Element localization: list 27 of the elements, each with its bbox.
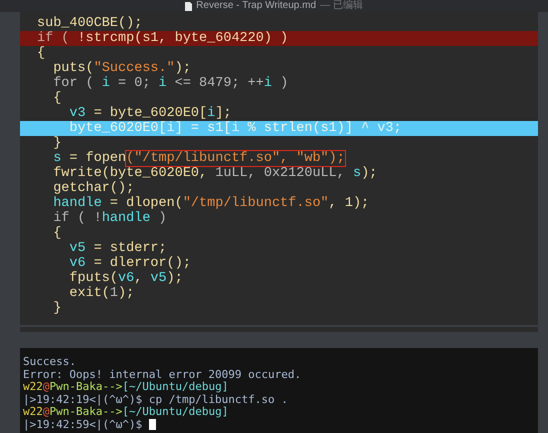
document-icon (185, 2, 192, 10)
code-line: v5 = stderr; (68, 241, 168, 256)
terminal-line: w22@Pwn-Baka-->[~/Ubuntu/debug] (23, 406, 228, 418)
terminal-line: |>19:42:19<|(^ω^)$ cp /tmp/libunctf.so . (23, 394, 288, 406)
terminal-line: w22@Pwn-Baka-->[~/Ubuntu/debug] (23, 381, 228, 394)
code-line: getchar(); (52, 181, 136, 196)
edit-status: — 已编辑 (320, 1, 363, 11)
code-line: } (52, 136, 62, 151)
window-title: Reverse - Trap Writeup.md (196, 1, 316, 11)
terminal-line: Success. (23, 356, 76, 368)
code-line: s = fopen("/tmp/libunctf.so", "wb"); (52, 151, 346, 166)
code-line: v6 = dlerror(); (68, 256, 192, 271)
code-line: fwrite(byte_6020E0, 1uLL, 0x2120uLL, s); (52, 166, 378, 181)
code-line: handle = dlopen("/tmp/libunctf.so", 1); (52, 196, 370, 211)
terminal-line: |>19:42:59<|(^ω^)$ (23, 418, 144, 431)
code-line: if ( !handle ) (52, 211, 168, 226)
code-line: { (52, 226, 62, 241)
code-line: } (52, 301, 62, 316)
code-line: exit(1); (68, 286, 136, 301)
code-line: v3 = byte_6020E0[i]; (68, 106, 232, 121)
terminal-line: Error: Oops! internal error 20099 occured. (23, 368, 302, 381)
code-line: puts("Success."); (52, 61, 192, 76)
code-line: sub_400CBE(); (36, 16, 144, 31)
code-line: { (52, 91, 62, 106)
code-line: for ( i = 0; i <= 8479; ++i ) (52, 76, 290, 91)
code-line: fputs(v6, v5); (68, 271, 184, 286)
code-line: { (36, 46, 46, 61)
